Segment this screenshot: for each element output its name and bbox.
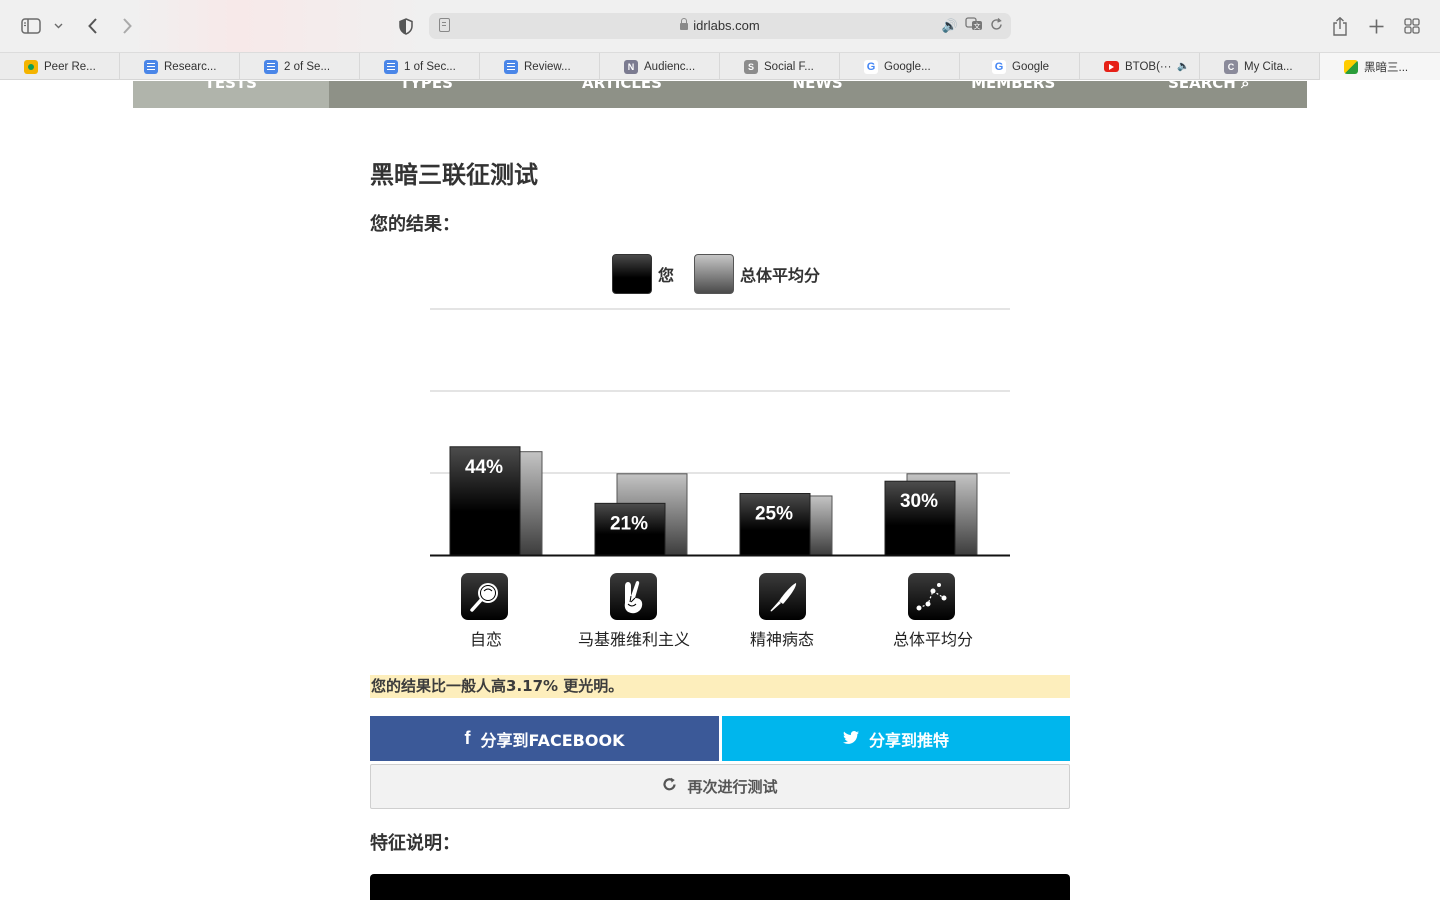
bookmark-label: Researc... [164, 60, 217, 73]
trait-label-overall: 总体平均分 [892, 630, 973, 649]
share-facebook-label: 分享到FACEBOOK [480, 730, 625, 750]
bookmark-social[interactable]: S Social F... [720, 53, 840, 80]
privacy-shield-icon[interactable] [397, 13, 415, 39]
share-twitter-button[interactable]: 分享到推特 [722, 716, 1070, 761]
bookmark-label: My Cita... [1244, 60, 1293, 73]
bar-value-label: 44% [465, 457, 503, 478]
bookmark-btob[interactable]: BTOB(··· 🔈 [1080, 53, 1200, 80]
forward-icon[interactable] [118, 13, 136, 39]
page-title: 黑暗三联征测试 [370, 161, 538, 189]
browser-toolbar: idrlabs.com 🔊 文 [0, 0, 1440, 52]
bookmark-review[interactable]: Review... [480, 53, 600, 80]
bookmark-label: Google [1012, 60, 1050, 73]
svg-text:文: 文 [974, 22, 981, 31]
c-icon: C [1224, 59, 1238, 74]
s-icon: S [744, 59, 758, 74]
results-chart-svg: 44% 21% 25% 30% [430, 308, 1010, 557]
bookmark-research[interactable]: Researc... [120, 53, 240, 80]
chart-legend: 您 总体平均分 [612, 254, 840, 294]
search-icon: ⌕ [1241, 81, 1250, 92]
chevron-down-icon[interactable] [52, 13, 64, 39]
bookmark-label: Peer Re... [44, 60, 96, 73]
nav-types[interactable]: TYPES [329, 81, 525, 108]
magnifying-glass-icon [461, 573, 508, 620]
nav-members[interactable]: MEMBERS [915, 81, 1111, 108]
url-text: idrlabs.com [693, 18, 760, 33]
classroom-icon [24, 59, 38, 74]
trait-label-machiavellianism: 马基雅维利主义 [577, 630, 690, 649]
address-bar[interactable]: idrlabs.com 🔊 文 [429, 13, 1011, 39]
new-tab-icon[interactable] [1366, 13, 1386, 39]
bar-value-label: 21% [610, 513, 648, 534]
bookmark-label: 黑暗三... [1364, 61, 1409, 74]
knife-icon [759, 573, 806, 620]
bookmark-label: Audienc... [644, 60, 696, 73]
bookmarks-bar: Peer Re... Researc... 2 of Se... 1 of Se… [0, 52, 1440, 80]
sidebar-toggle-icon[interactable] [20, 13, 42, 39]
trait-label-psychopathy: 精神病态 [749, 630, 814, 649]
speaker-icon[interactable]: 🔊 [942, 19, 958, 34]
bookmark-label: 1 of Sec... [404, 60, 456, 73]
legend-label-you: 您 [658, 266, 675, 285]
nav-search-label: SEARCH [1168, 81, 1236, 92]
traits-heading: 特征说明： [370, 833, 460, 854]
result-summary: 您的结果比一般人高3.17% 更光明。 [370, 675, 1070, 698]
retake-label: 再次进行测试 [687, 778, 778, 796]
lock-icon [680, 18, 689, 30]
google-docs-icon [264, 59, 278, 74]
reload-icon[interactable] [990, 17, 1003, 35]
google-docs-icon [504, 59, 518, 74]
legend-label-average: 总体平均分 [740, 266, 821, 285]
bookmark-1-of-sec[interactable]: 1 of Sec... [360, 53, 480, 80]
nav-tests[interactable]: TESTS [133, 81, 329, 108]
back-icon[interactable] [84, 13, 102, 39]
refresh-icon [662, 777, 677, 796]
trait-description-panel [370, 874, 1070, 900]
tab-overview-icon[interactable] [1402, 13, 1422, 39]
bar-value-label: 30% [900, 491, 938, 512]
results-heading: 您的结果： [370, 214, 460, 235]
bookmark-label: Google... [884, 60, 931, 73]
crossed-fingers-icon [610, 573, 657, 620]
bookmark-google-translate[interactable]: G Google... [840, 53, 960, 80]
address-host: idrlabs.com [429, 13, 1011, 39]
share-facebook-button[interactable]: f 分享到FACEBOOK [370, 716, 719, 761]
toolbar-highlight [130, 0, 430, 52]
bar-value-label: 25% [755, 504, 793, 525]
twitter-icon [842, 729, 859, 748]
google-icon: G [992, 59, 1006, 74]
google-docs-icon [144, 59, 158, 74]
bookmark-label: Review... [524, 60, 571, 73]
bookmark-google[interactable]: G Google [960, 53, 1080, 80]
google-translate-icon: G [864, 59, 878, 74]
bookmark-audience[interactable]: N Audienc... [600, 53, 720, 80]
idrlabs-icon [1344, 59, 1358, 74]
translate-icon[interactable]: 文 [965, 17, 983, 35]
results-chart: 44% 21% 25% 30% [430, 300, 1010, 558]
n-icon: N [624, 59, 638, 74]
bookmark-2-of-se[interactable]: 2 of Se... [240, 53, 360, 80]
bookmark-label: Social F... [764, 60, 814, 73]
youtube-icon [1104, 61, 1119, 72]
bookmark-label: 2 of Se... [284, 60, 331, 73]
share-twitter-label: 分享到推特 [868, 730, 949, 750]
bookmark-label: BTOB(··· [1125, 60, 1172, 73]
legend-swatch-you [612, 254, 652, 294]
nav-news[interactable]: NEWS [720, 81, 916, 108]
site-nav: TESTS TYPES ARTICLES NEWS MEMBERS SEARCH… [133, 81, 1307, 108]
nav-articles[interactable]: ARTICLES [524, 81, 720, 108]
share-icon[interactable] [1330, 13, 1350, 39]
nav-search[interactable]: SEARCH ⌕ [1111, 81, 1307, 108]
bookmark-peer-review[interactable]: Peer Re... [0, 53, 120, 80]
facebook-icon: f [464, 728, 471, 748]
google-docs-icon [384, 59, 398, 74]
legend-swatch-average [694, 254, 735, 294]
speaker-icon: 🔈 [1177, 61, 1190, 72]
trait-label-narcissism: 自恋 [469, 630, 502, 649]
graph-nodes-icon [908, 573, 955, 620]
bookmark-dark-triad[interactable]: 黑暗三... [1320, 53, 1440, 80]
bookmark-my-citations[interactable]: C My Cita... [1200, 53, 1320, 80]
retake-test-button[interactable]: 再次进行测试 [370, 764, 1070, 809]
